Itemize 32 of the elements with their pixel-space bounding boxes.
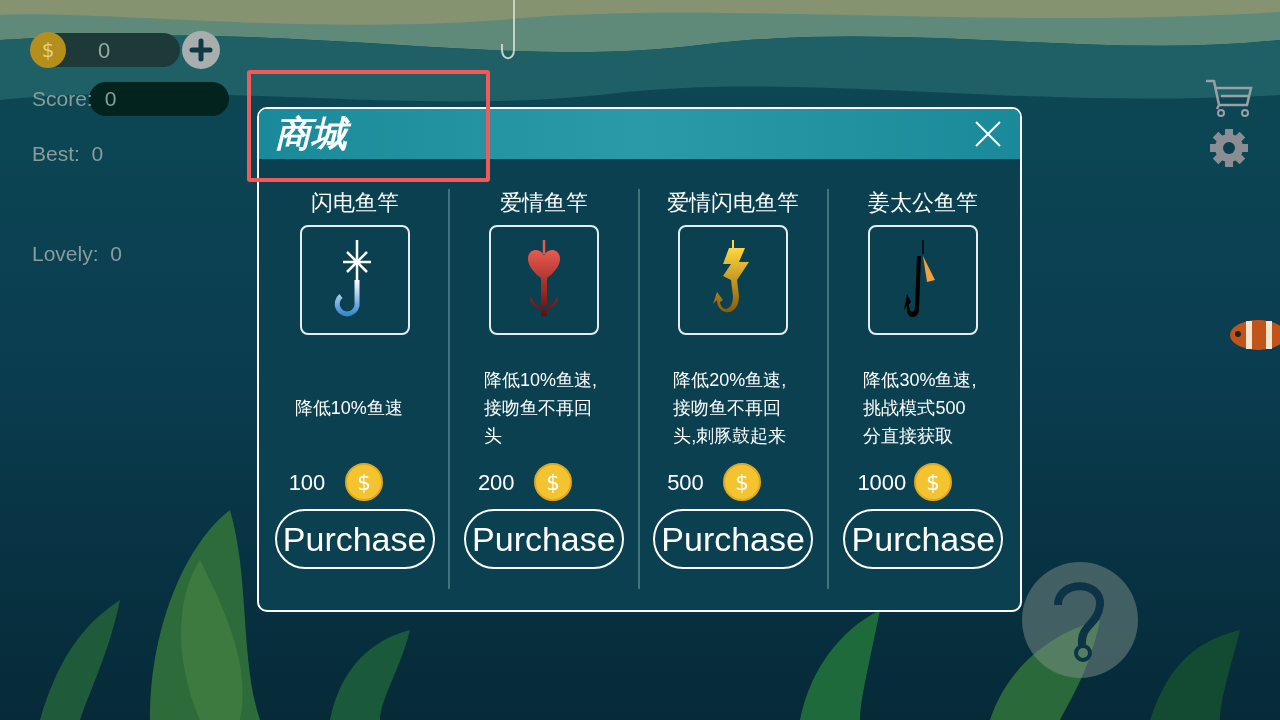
purchase-button[interactable]: Purchase <box>463 509 624 569</box>
item-description: 降低20%鱼速,接吻鱼不再回头,刺豚鼓起来 <box>673 369 788 448</box>
item-description: 降低30%鱼速,挑战模式500分直接获取 <box>863 369 978 448</box>
best-score-text: Best: 0 <box>32 141 104 167</box>
purchase-button[interactable]: Purchase <box>843 509 1004 569</box>
settings-icon <box>1209 128 1249 168</box>
coin-icon: $ <box>344 463 383 501</box>
coin-icon: $ <box>533 463 572 501</box>
cart-button[interactable] <box>1204 78 1254 118</box>
item-name: 姜太公鱼竿 <box>868 189 979 217</box>
fishing-hook-icon <box>500 0 516 62</box>
item-description: 降低10%鱼速,接吻鱼不再回头 <box>483 369 598 448</box>
purchase-button[interactable]: Purchase <box>653 509 814 569</box>
purchase-button[interactable]: Purchase <box>274 509 435 569</box>
cart-icon <box>1205 79 1253 117</box>
coin-icon: $ <box>30 32 66 68</box>
close-icon <box>974 120 1002 148</box>
coin-icon: $ <box>723 463 762 501</box>
plus-icon <box>189 38 213 62</box>
price-text: 100 <box>288 468 327 497</box>
settings-button[interactable] <box>1208 127 1250 169</box>
item-description: 降低10%鱼速 <box>294 397 404 420</box>
price-text: 1000 <box>857 468 907 497</box>
price-text: 200 <box>477 468 516 497</box>
item-name: 爱情鱼竿 <box>499 189 588 217</box>
price-text: 500 <box>667 468 705 497</box>
item-name: 爱情闪电鱼竿 <box>667 189 800 217</box>
dialog-title: 商城 <box>275 112 353 156</box>
lovely-count-text: Lovely: 0 <box>32 241 122 267</box>
item-name: 闪电鱼竿 <box>310 189 399 217</box>
coin-count: 0 <box>98 36 111 65</box>
coin-icon: $ <box>914 463 953 501</box>
